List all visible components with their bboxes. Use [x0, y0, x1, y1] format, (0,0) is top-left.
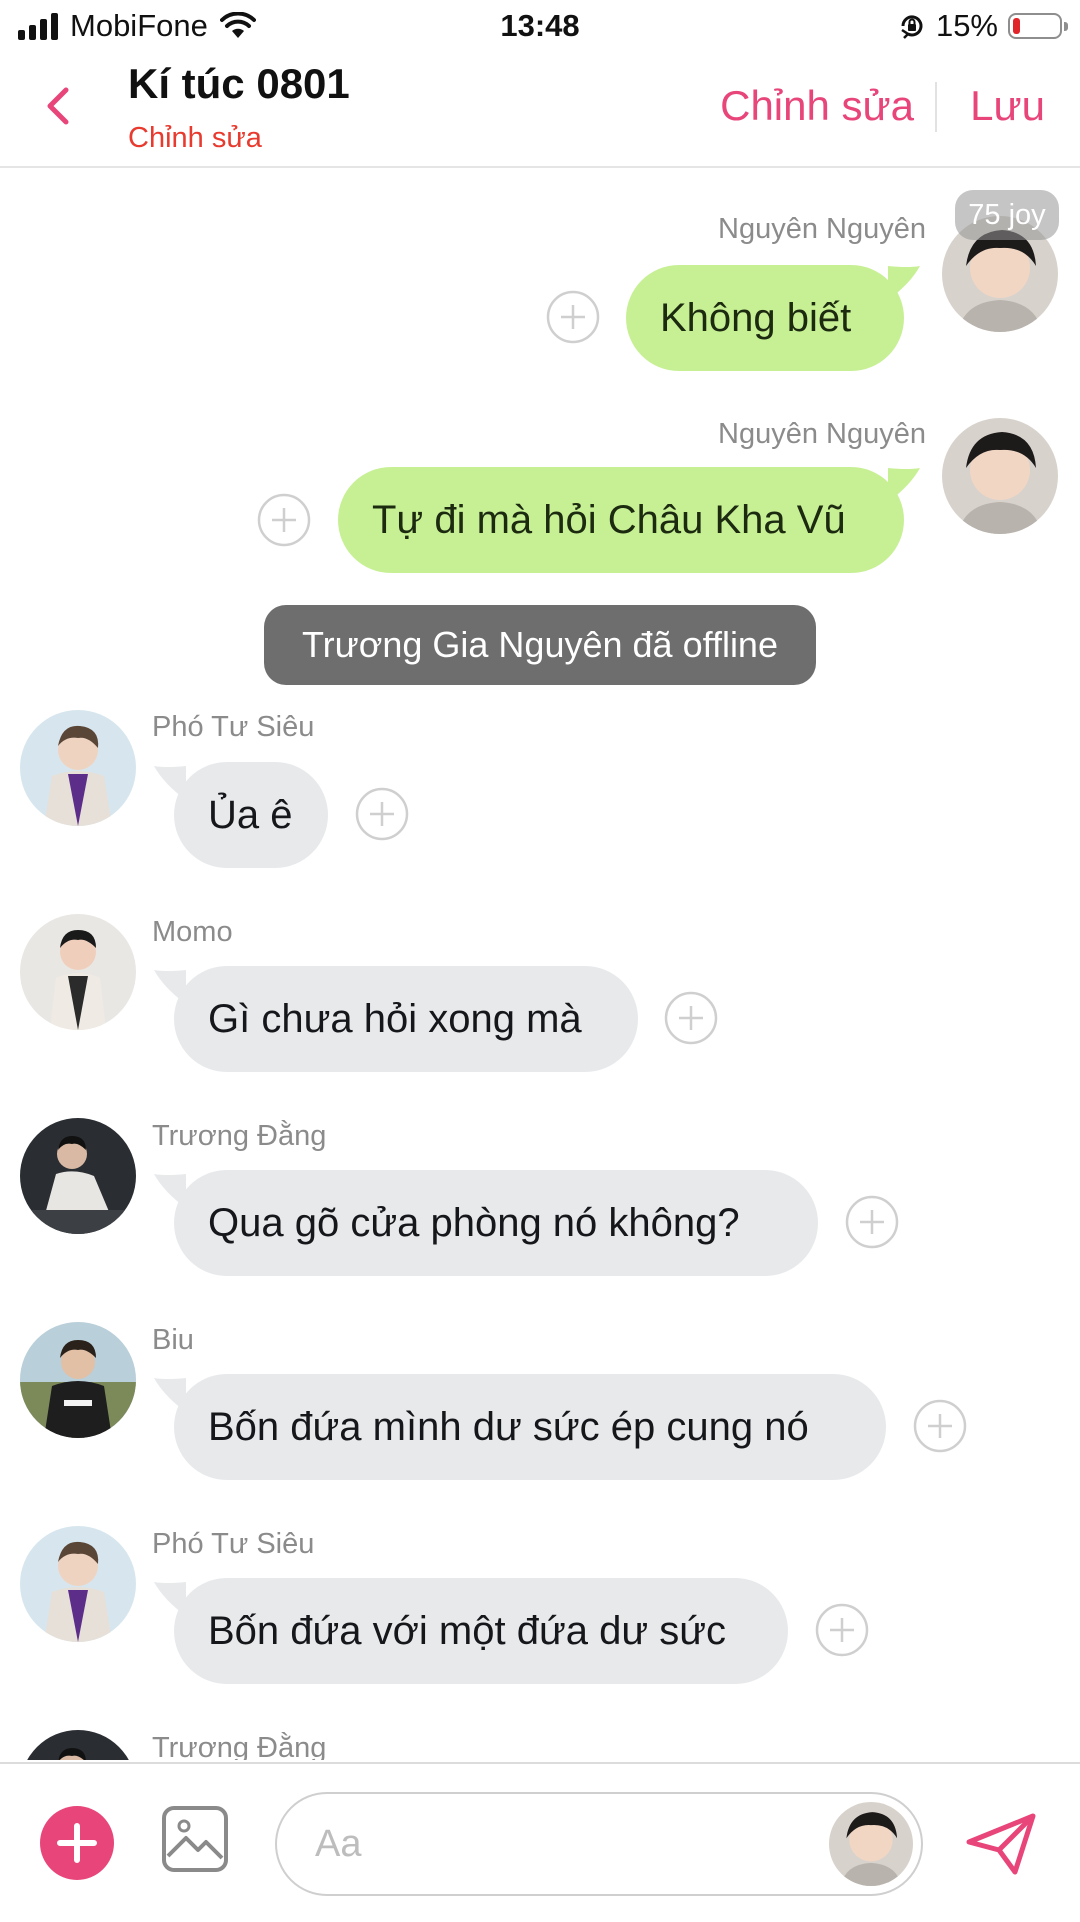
status-right: 15%: [898, 8, 1068, 44]
bubble-tail: [888, 468, 920, 502]
system-notice: Trương Gia Nguyên đã offline: [264, 605, 816, 685]
avatar[interactable]: [20, 1322, 136, 1438]
battery-percent: 15%: [935, 8, 998, 43]
add-reaction-icon[interactable]: [815, 1603, 869, 1657]
sender-name: Momo: [152, 916, 233, 948]
add-reaction-icon[interactable]: [845, 1195, 899, 1249]
chat-subtitle-edit-link[interactable]: Chỉnh sửa: [128, 122, 262, 155]
save-button[interactable]: Lưu: [970, 82, 1045, 130]
add-reaction-icon[interactable]: [664, 991, 718, 1045]
avatar[interactable]: [20, 1730, 136, 1760]
message-list[interactable]: Nguyên Nguyên 75 joy Không biết Nguyên N…: [0, 168, 1080, 1760]
message-bubble[interactable]: Không biết: [626, 265, 904, 371]
send-icon[interactable]: [965, 1812, 1037, 1876]
battery-icon: [1008, 13, 1068, 39]
sender-name: Nguyên Nguyên: [718, 213, 926, 245]
message-bubble[interactable]: Qua gõ cửa phòng nó không?: [174, 1170, 818, 1276]
sender-name: Phó Tư Siêu: [152, 711, 315, 743]
sender-name: Trương Đằng: [152, 1120, 327, 1152]
avatar[interactable]: [20, 1526, 136, 1642]
avatar[interactable]: [20, 710, 136, 826]
image-icon[interactable]: [160, 1804, 230, 1874]
plus-icon: [57, 1823, 97, 1863]
sender-name: Trương Đằng: [152, 1732, 327, 1760]
input-placeholder: Aa: [315, 1823, 362, 1865]
add-reaction-icon[interactable]: [257, 493, 311, 547]
message-input[interactable]: Aa: [275, 1792, 923, 1896]
message-bubble[interactable]: Bốn đứa mình dư sức ép cung nó: [174, 1374, 886, 1480]
bubble-tail: [888, 266, 920, 300]
joy-badge: 75 joy: [955, 190, 1059, 240]
sender-name: Biu: [152, 1324, 194, 1356]
message-composer: Aa: [0, 1762, 1080, 1922]
back-chevron-icon[interactable]: [38, 82, 82, 130]
header-divider: [935, 82, 937, 132]
message-bubble[interactable]: Gì chưa hỏi xong mà: [174, 966, 638, 1072]
message-bubble[interactable]: Tự đi mà hỏi Châu Kha Vũ: [338, 467, 904, 573]
avatar[interactable]: [20, 914, 136, 1030]
status-bar: MobiFone 13:48 15%: [0, 0, 1080, 56]
identity-avatar[interactable]: [829, 1802, 913, 1886]
add-button[interactable]: [40, 1806, 114, 1880]
add-reaction-icon[interactable]: [355, 787, 409, 841]
orientation-lock-icon: [901, 15, 923, 39]
sender-name: Nguyên Nguyên: [718, 418, 926, 450]
avatar[interactable]: [942, 418, 1058, 534]
sender-name: Phó Tư Siêu: [152, 1528, 315, 1560]
avatar[interactable]: [20, 1118, 136, 1234]
chat-title: Kí túc 0801: [128, 60, 350, 107]
battery-level-fill: [1013, 18, 1020, 34]
chat-header: Kí túc 0801 Chỉnh sửa Chỉnh sửa Lưu: [0, 56, 1080, 168]
add-reaction-icon[interactable]: [913, 1399, 967, 1453]
message-bubble[interactable]: Ủa ê: [174, 762, 328, 868]
edit-button[interactable]: Chỉnh sửa: [720, 82, 914, 130]
add-reaction-icon[interactable]: [546, 290, 600, 344]
message-bubble[interactable]: Bốn đứa với một đứa dư sức: [174, 1578, 788, 1684]
